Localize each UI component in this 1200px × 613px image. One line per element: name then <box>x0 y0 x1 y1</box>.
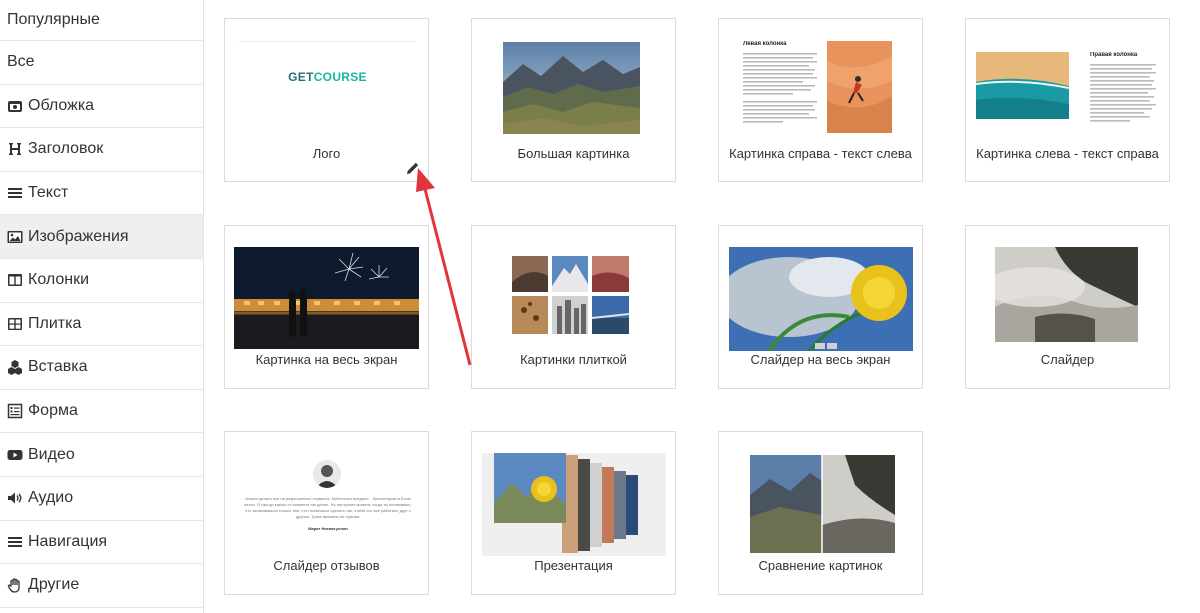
sidebar-item-form[interactable]: Форма <box>0 390 203 434</box>
sidebar-item-label: Навигация <box>28 532 108 550</box>
form-icon <box>7 403 23 419</box>
block-label: Презентация <box>534 558 613 573</box>
sidebar-item-label: Вставка <box>28 358 88 376</box>
cubes-icon <box>7 359 23 376</box>
sidebar-item-all[interactable]: Все <box>0 41 203 85</box>
text-column-preview: Левая колонка <box>743 41 821 141</box>
sidebar-item-label: Колонки <box>28 271 90 289</box>
sidebar-item-navigation[interactable]: Навигация <box>0 521 203 565</box>
sidebar-item-audio[interactable]: Аудио <box>0 477 203 521</box>
sidebar-item-label: Изображения <box>28 227 129 245</box>
block-label: Слайдер <box>1040 352 1095 367</box>
fog-mountain-image-preview <box>995 247 1138 342</box>
block-label: Слайдер отзывов <box>273 558 380 573</box>
text-column-preview: Правая колонка <box>1090 52 1160 142</box>
sidebar-item-other[interactable]: Другие <box>0 564 203 608</box>
block-card-image-left-text-right[interactable]: Правая колонка Картинка слева - текст сп… <box>965 18 1170 182</box>
block-card-logo[interactable]: GETCOURSE Лого <box>224 18 429 182</box>
testimonial-author: Марат Нигматуллин <box>308 526 348 531</box>
city-night-image-preview <box>234 247 419 349</box>
image-icon <box>7 229 23 245</box>
logo-text-course: COURSE <box>313 70 367 84</box>
preview-heading: Правая колонка <box>1090 52 1138 58</box>
block-card-image-tiles[interactable]: Картинки плиткой <box>471 225 676 389</box>
pencil-icon[interactable] <box>405 162 419 176</box>
block-card-large-image[interactable]: Большая картинка <box>471 18 676 182</box>
navigation-icon <box>7 534 23 550</box>
block-label: Сравнение картинок <box>758 558 883 573</box>
comparison-preview <box>750 455 895 553</box>
block-label: Картинка справа - текст слева <box>729 146 912 161</box>
preview-heading: Левая колонка <box>743 41 787 47</box>
block-label: Слайдер на весь экран <box>750 352 891 367</box>
sidebar-item-cover[interactable]: Обложка <box>0 85 203 129</box>
block-card-presentation[interactable]: Презентация <box>471 431 676 595</box>
block-label: Большая картинка <box>517 146 630 161</box>
block-card-slider[interactable]: Слайдер <box>965 225 1170 389</box>
block-category-sidebar: Популярные Все Обложка Заголовок Текст И… <box>0 0 204 613</box>
block-card-testimonials-slider[interactable]: Можно делать все на разрешенных сервисах… <box>224 431 429 595</box>
block-gallery: GETCOURSE Лого Большая картинка Левая ко… <box>204 0 1200 613</box>
beach-image-preview <box>976 52 1069 119</box>
dandelion-image-preview <box>729 247 913 351</box>
logo-text-get: GET <box>288 70 314 84</box>
video-icon <box>7 447 23 463</box>
presentation-preview <box>482 453 666 556</box>
block-label: Картинка на весь экран <box>255 352 398 367</box>
sidebar-item-label: Обложка <box>28 96 95 114</box>
desert-image-preview <box>827 41 892 133</box>
cover-icon <box>7 98 23 114</box>
sidebar-item-label: Плитка <box>28 314 82 332</box>
heading-icon <box>7 141 23 157</box>
testimonial-text-preview: Можно делать все на разрешенных сервисах… <box>241 496 415 546</box>
sidebar-item-label: Заголовок <box>28 140 104 158</box>
hand-icon <box>7 577 23 594</box>
sidebar-item-embed[interactable]: Вставка <box>0 346 203 390</box>
sidebar-item-label: Форма <box>28 402 78 420</box>
sidebar-item-video[interactable]: Видео <box>0 433 203 477</box>
avatar <box>313 460 341 488</box>
sidebar-item-label: Видео <box>28 445 75 463</box>
mountain-image-preview <box>503 42 640 134</box>
block-card-image-right-text-left[interactable]: Левая колонка Картинка справа - текст сл… <box>718 18 923 182</box>
block-label: Картинки плиткой <box>520 352 627 367</box>
columns-icon <box>7 272 23 288</box>
testimonial-quote: Можно делать все на разрешенных сервисах… <box>244 496 412 519</box>
sidebar-item-label: Все <box>7 53 35 71</box>
tile-icon <box>7 316 23 332</box>
sidebar-item-tile[interactable]: Плитка <box>0 303 203 347</box>
sidebar-item-label: Текст <box>28 184 69 202</box>
sidebar-item-columns[interactable]: Колонки <box>0 259 203 303</box>
sidebar-item-popular[interactable]: Популярные <box>0 0 203 41</box>
block-label: Лого <box>312 146 341 161</box>
text-lines-icon <box>7 185 23 201</box>
sidebar-item-label: Другие <box>28 576 80 594</box>
sidebar-item-label: Аудио <box>28 489 74 507</box>
block-card-image-comparison[interactable]: Сравнение картинок <box>718 431 923 595</box>
block-card-fullscreen-image[interactable]: Картинка на весь экран <box>224 225 429 389</box>
block-card-fullscreen-slider[interactable]: Слайдер на весь экран <box>718 225 923 389</box>
sidebar-item-heading[interactable]: Заголовок <box>0 128 203 172</box>
sidebar-item-images[interactable]: Изображения <box>0 215 203 259</box>
image-tiles-preview <box>512 256 629 334</box>
sidebar-item-text[interactable]: Текст <box>0 172 203 216</box>
block-label: Картинка слева - текст справа <box>976 146 1159 161</box>
audio-icon <box>7 490 23 506</box>
logo-preview: GETCOURSE <box>239 41 416 112</box>
sidebar-item-label: Популярные <box>7 11 100 28</box>
